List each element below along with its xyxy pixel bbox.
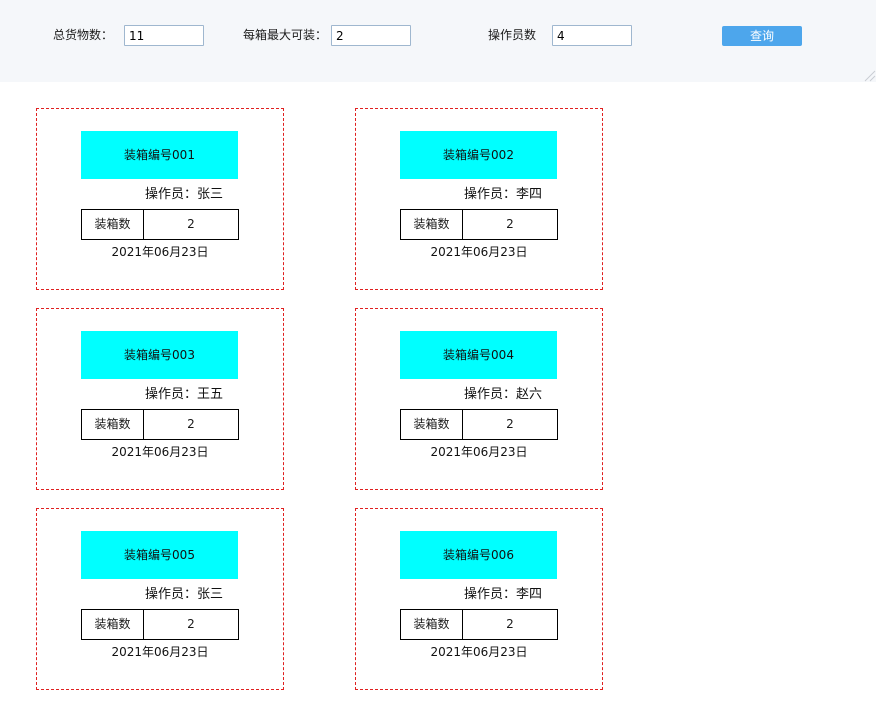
box-card: 装箱编号004 操作员：赵六 装箱数 2 2021年06月23日	[355, 308, 603, 490]
box-number-label: 装箱编号002	[400, 131, 557, 179]
box-number-label: 装箱编号003	[81, 331, 238, 379]
box-card: 装箱编号006 操作员：李四 装箱数 2 2021年06月23日	[355, 508, 603, 690]
box-date: 2021年06月23日	[111, 245, 209, 259]
operator-row: 操作员：张三	[145, 586, 223, 604]
box-count-table: 装箱数 2	[400, 609, 558, 640]
operator-row: 操作员：赵六	[464, 386, 542, 404]
box-card: 装箱编号001 操作员：张三 装箱数 2 2021年06月23日	[36, 108, 284, 290]
query-bar: 总货物数： 每箱最大可装： 操作员数 查询	[0, 0, 876, 82]
resize-grip-icon[interactable]	[864, 70, 876, 82]
operator-name: 王五	[197, 387, 224, 402]
box-card: 装箱编号005 操作员：张三 装箱数 2 2021年06月23日	[36, 508, 284, 690]
operator-prefix: 操作员：	[464, 387, 517, 402]
box-count-value: 2	[506, 417, 514, 431]
box-number-label: 装箱编号006	[400, 531, 557, 579]
max-per-box-input[interactable]	[331, 25, 411, 46]
box-count-value: 2	[506, 217, 514, 231]
box-date: 2021年06月23日	[111, 445, 209, 459]
box-card: 装箱编号003 操作员：王五 装箱数 2 2021年06月23日	[36, 308, 284, 490]
operator-name: 张三	[197, 187, 224, 202]
box-number-label: 装箱编号005	[81, 531, 238, 579]
operator-prefix: 操作员：	[145, 387, 198, 402]
box-count-value: 2	[187, 617, 195, 631]
total-goods-input[interactable]	[124, 25, 204, 46]
search-button[interactable]: 查询	[722, 26, 802, 46]
operator-name: 张三	[197, 587, 224, 602]
operator-count-input[interactable]	[552, 25, 632, 46]
box-count-label: 装箱数	[82, 410, 144, 439]
box-card: 装箱编号002 操作员：李四 装箱数 2 2021年06月23日	[355, 108, 603, 290]
box-count-label: 装箱数	[401, 410, 463, 439]
operator-name: 李四	[516, 587, 543, 602]
box-date: 2021年06月23日	[430, 645, 528, 659]
operator-count-label: 操作员数	[488, 28, 537, 42]
operator-row: 操作员：李四	[464, 586, 542, 604]
box-count-label: 装箱数	[82, 210, 144, 239]
box-date: 2021年06月23日	[111, 645, 209, 659]
box-count-value: 2	[187, 217, 195, 231]
box-count-table: 装箱数 2	[81, 209, 239, 240]
box-count-label: 装箱数	[401, 210, 463, 239]
total-goods-label: 总货物数：	[53, 28, 114, 42]
box-number-label: 装箱编号004	[400, 331, 557, 379]
operator-row: 操作员：王五	[145, 386, 223, 404]
box-date: 2021年06月23日	[430, 245, 528, 259]
operator-name: 李四	[516, 187, 543, 202]
operator-prefix: 操作员：	[464, 187, 517, 202]
max-per-box-label: 每箱最大可装：	[243, 28, 328, 42]
box-count-label: 装箱数	[401, 610, 463, 639]
box-number-label: 装箱编号001	[81, 131, 238, 179]
box-count-label: 装箱数	[82, 610, 144, 639]
operator-prefix: 操作员：	[145, 587, 198, 602]
box-count-table: 装箱数 2	[400, 409, 558, 440]
box-count-value: 2	[506, 617, 514, 631]
operator-name: 赵六	[516, 387, 543, 402]
box-count-table: 装箱数 2	[81, 409, 239, 440]
box-count-value: 2	[187, 417, 195, 431]
operator-row: 操作员：李四	[464, 186, 542, 204]
operator-row: 操作员：张三	[145, 186, 223, 204]
operator-prefix: 操作员：	[145, 187, 198, 202]
box-count-table: 装箱数 2	[400, 209, 558, 240]
box-date: 2021年06月23日	[430, 445, 528, 459]
box-count-table: 装箱数 2	[81, 609, 239, 640]
operator-prefix: 操作员：	[464, 587, 517, 602]
